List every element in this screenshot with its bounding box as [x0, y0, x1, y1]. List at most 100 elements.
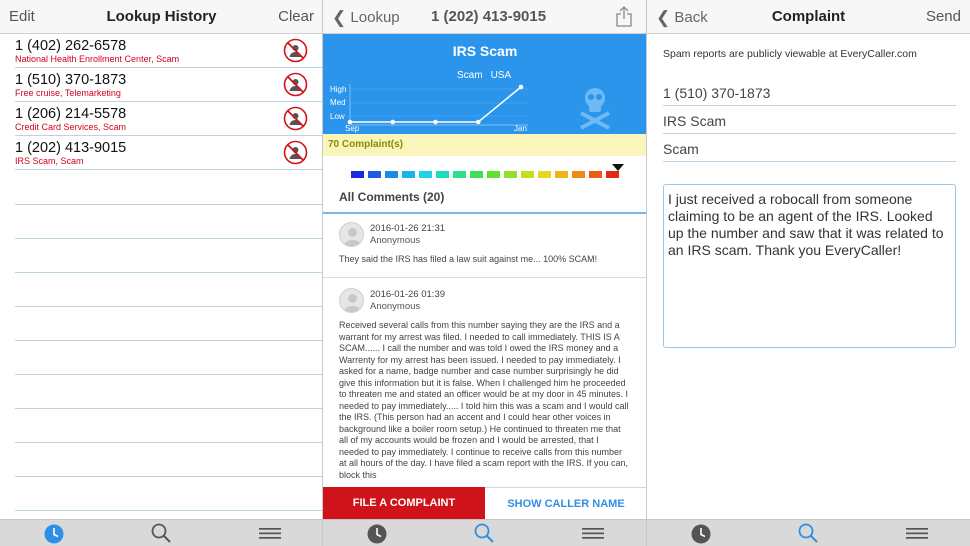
history-icon[interactable]	[42, 522, 66, 544]
page-title: Lookup History	[106, 8, 217, 25]
category-field[interactable]: Scam	[663, 136, 956, 162]
clear-button[interactable]: Clear	[278, 8, 314, 25]
comment-body: Received several calls from this number …	[339, 320, 629, 480]
search-icon[interactable]	[472, 522, 496, 544]
history-icon[interactable]	[689, 522, 713, 544]
divider	[323, 277, 647, 278]
divider	[15, 272, 323, 273]
divider	[15, 408, 323, 409]
row-description: IRS Scam, Scam	[15, 156, 84, 166]
row-description: National Health Enrollment Center, Scam	[15, 54, 180, 64]
phone-number: 1 (402) 262-6578	[15, 38, 127, 54]
y-tick-label: High	[330, 85, 346, 94]
complaint-trend-chart: IRS Scam Scam USA High Med Low Sep Jan	[323, 34, 647, 134]
y-tick-label: Med	[330, 98, 346, 107]
divider	[15, 306, 323, 307]
back-label: Lookup	[350, 9, 400, 26]
risk-scale-segment	[555, 171, 568, 178]
page-title: Complaint	[771, 8, 846, 25]
risk-scale-segment	[385, 171, 398, 178]
history-row[interactable]: 1 (202) 413-9015 IRS Scam, Scam	[15, 136, 323, 170]
tab-bar	[0, 519, 323, 546]
blocked-caller-icon[interactable]	[283, 72, 308, 97]
divider	[15, 510, 323, 511]
comment-item: 2016-01-26 21:31 Anonymous They said the…	[339, 222, 635, 282]
row-description: Credit Card Services, Scam	[15, 122, 127, 132]
page-title: 1 (202) 413-9015	[431, 8, 547, 25]
complaint-count: 70 Complaint(s)	[328, 139, 404, 150]
show-caller-name-button[interactable]: SHOW CALLER NAME	[485, 487, 647, 519]
blocked-caller-icon[interactable]	[283, 140, 308, 165]
menu-icon[interactable]	[581, 522, 605, 544]
data-point	[518, 84, 524, 90]
data-point	[390, 119, 396, 125]
back-button[interactable]: ❮ Lookup	[332, 8, 400, 28]
history-row[interactable]: 1 (206) 214-5578 Credit Card Services, S…	[15, 102, 323, 136]
risk-scale-segment	[606, 171, 619, 178]
send-button[interactable]: Send	[926, 8, 961, 25]
history-row[interactable]: 1 (402) 262-6578 National Health Enrollm…	[15, 34, 323, 68]
risk-scale	[351, 164, 624, 178]
phone-number: 1 (206) 214-5578	[15, 106, 127, 122]
risk-scale-segment	[453, 171, 466, 178]
risk-scale-segment	[470, 171, 483, 178]
divider	[15, 374, 323, 375]
history-icon[interactable]	[365, 522, 389, 544]
risk-scale-segment	[351, 171, 364, 178]
complaint-text-area[interactable]: I just received a robocall from someone …	[663, 184, 956, 348]
divider	[15, 340, 323, 341]
search-icon[interactable]	[796, 522, 820, 544]
risk-scale-segment	[538, 171, 551, 178]
data-point	[433, 119, 438, 125]
avatar	[339, 222, 364, 247]
y-tick-label: Low	[330, 112, 345, 121]
share-icon[interactable]	[615, 5, 633, 27]
lookup-history-panel: Edit Lookup History Clear 1 (402) 262-65…	[0, 0, 323, 546]
row-description: Free cruise, Telemarketing	[15, 88, 121, 98]
blocked-caller-icon[interactable]	[283, 38, 308, 63]
comment-item: 2016-01-26 01:39 Anonymous Received seve…	[339, 288, 635, 486]
risk-scale-segment	[521, 171, 534, 178]
divider	[15, 476, 323, 477]
comment-body: They said the IRS has filed a law suit a…	[339, 254, 598, 264]
divider	[15, 204, 323, 205]
series-line	[350, 86, 522, 123]
blocked-caller-icon[interactable]	[283, 106, 308, 131]
file-complaint-button[interactable]: FILE A COMPLAINT	[323, 487, 485, 519]
search-icon[interactable]	[149, 522, 173, 544]
skull-icon	[580, 88, 610, 130]
comment-date: 2016-01-26 21:31	[370, 223, 446, 234]
chart-plot: High Med LowSep Jan	[330, 84, 610, 133]
risk-scale-segment	[487, 171, 500, 178]
history-navbar: Edit Lookup History Clear	[0, 0, 323, 34]
divider	[15, 238, 323, 239]
history-row[interactable]: 1 (510) 370-1873 Free cruise, Telemarket…	[15, 68, 323, 102]
risk-scale-segment	[504, 171, 517, 178]
lookup-navbar: ❮ Lookup 1 (202) 413-9015	[323, 0, 647, 34]
complaint-navbar: ❮ Back Complaint Send	[647, 0, 970, 34]
comments-divider	[323, 212, 647, 214]
risk-scale-segment	[368, 171, 381, 178]
comment-author: Anonymous	[370, 301, 421, 312]
tab-bar	[647, 519, 970, 546]
phone-number: 1 (202) 413-9015	[15, 140, 127, 156]
divider	[15, 442, 323, 443]
complaint-count-bar: 70 Complaint(s)	[323, 134, 647, 156]
risk-scale-segment	[589, 171, 602, 178]
comment-date: 2016-01-26 01:39	[370, 289, 446, 300]
comments-heading: All Comments (20)	[339, 190, 445, 204]
menu-icon[interactable]	[258, 522, 282, 544]
caller-name-field[interactable]: IRS Scam	[663, 108, 956, 134]
risk-scale-segment	[436, 171, 449, 178]
avatar	[339, 288, 364, 313]
tab-bar	[323, 519, 647, 546]
x-tick-label: Sep	[345, 124, 360, 133]
data-point	[475, 119, 481, 125]
risk-scale-segment	[402, 171, 415, 178]
phone-number: 1 (510) 370-1873	[15, 72, 127, 88]
menu-icon[interactable]	[905, 522, 929, 544]
action-bar: FILE A COMPLAINT SHOW CALLER NAME	[323, 487, 647, 519]
public-notice: Spam reports are publicly viewable at Ev…	[663, 48, 917, 60]
x-tick-label: Jan	[514, 124, 527, 133]
phone-number-field[interactable]: 1 (510) 370-1873	[663, 80, 956, 106]
